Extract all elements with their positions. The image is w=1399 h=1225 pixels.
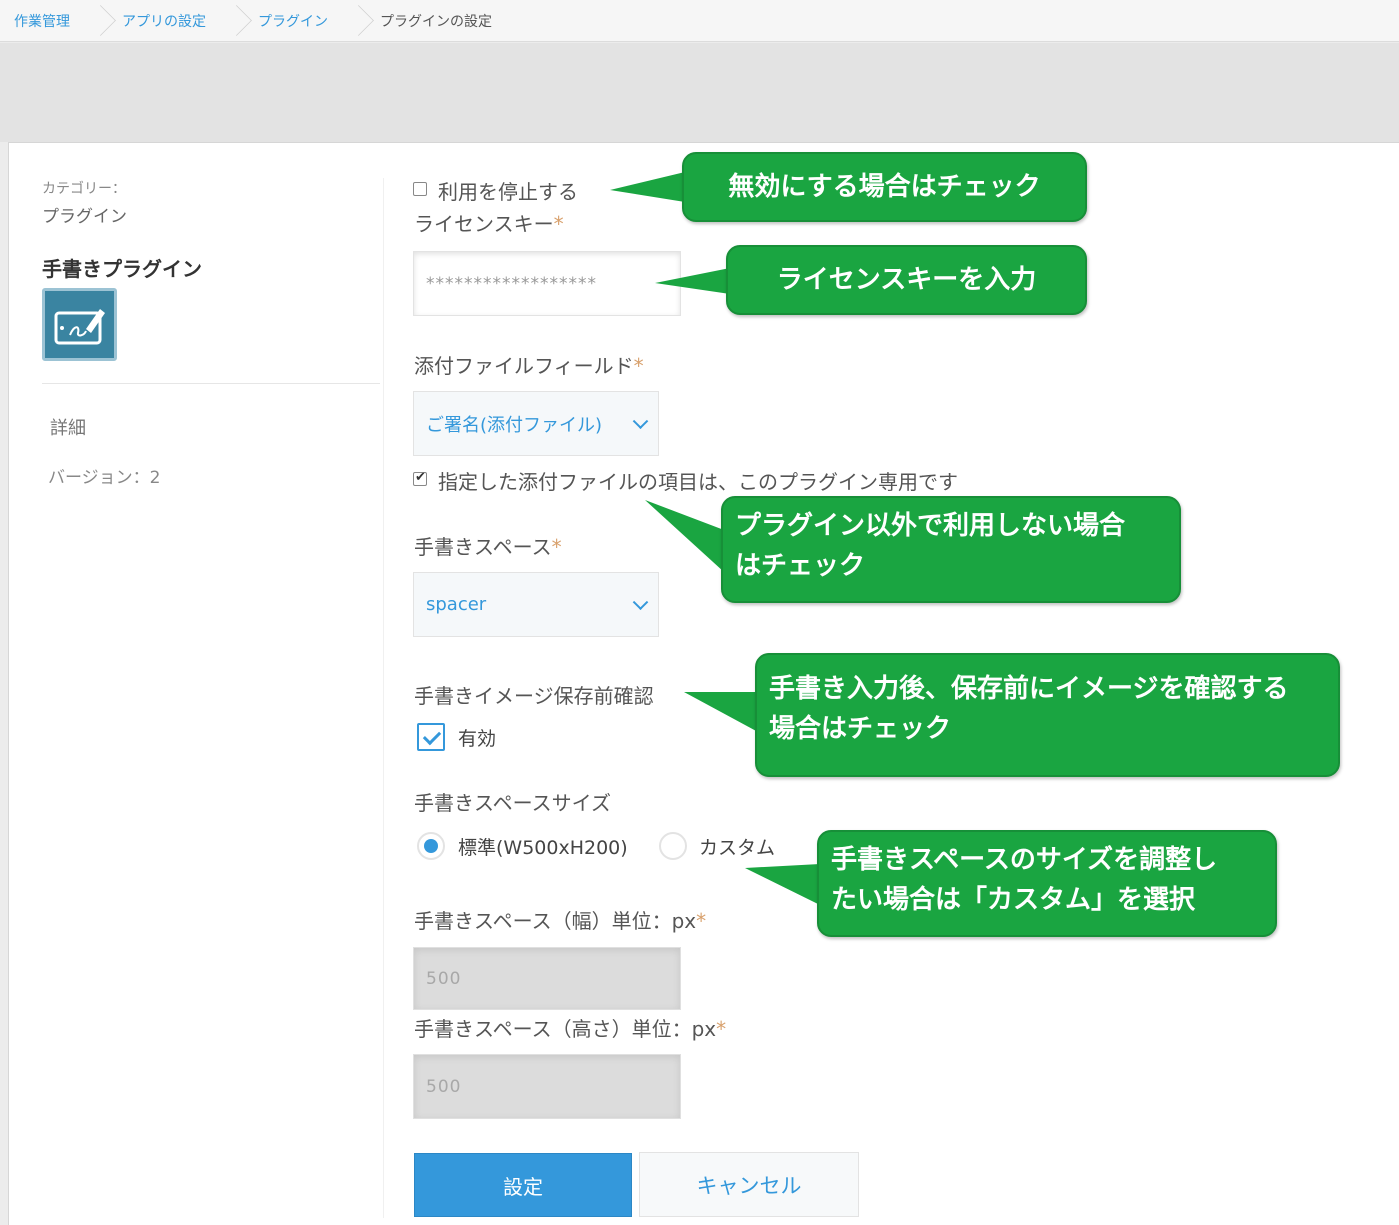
- space-selected: spacer: [426, 594, 487, 615]
- column-divider: [383, 178, 384, 1218]
- license-label: ライセンスキー*: [414, 212, 564, 236]
- attachment-field-select[interactable]: ご署名(添付ファイル): [413, 391, 659, 456]
- width-input[interactable]: 500: [413, 947, 681, 1010]
- disable-checkbox[interactable]: [413, 182, 427, 196]
- attachment-label: 添付ファイルフィールド*: [414, 354, 644, 378]
- size-standard-radio[interactable]: [417, 832, 445, 860]
- category-label: カテゴリー：: [42, 181, 126, 197]
- license-key-input[interactable]: ******************: [413, 251, 681, 316]
- breadcrumb-item-task[interactable]: 作業管理: [0, 0, 92, 42]
- size-label: 手書きスペースサイズ: [414, 791, 611, 815]
- save-button[interactable]: 設定: [414, 1153, 632, 1217]
- breadcrumb-item-app-settings[interactable]: アプリの設定: [108, 0, 228, 42]
- exclusive-checkbox[interactable]: [413, 470, 427, 486]
- plugin-name: 手書きプラグイン: [42, 257, 202, 281]
- size-standard-label: 標準(W500xH200): [458, 837, 628, 859]
- callout-confirm-line1: 手書き入力後、保存前にイメージを確認する: [769, 674, 1289, 704]
- category-value: プラグイン: [42, 207, 127, 227]
- confirm-option-label: 有効: [458, 728, 497, 750]
- callout-exclusive: プラグイン以外で利用しない場合 はチェック: [721, 496, 1181, 603]
- required-mark: *: [696, 909, 707, 933]
- breadcrumb-separator: [92, 0, 108, 42]
- chevron-down-icon: [632, 593, 649, 610]
- handwriting-plugin-icon: [42, 288, 117, 361]
- callout-size-line2: たい場合は「カスタム」を選択: [831, 885, 1196, 915]
- breadcrumb-item-plugins[interactable]: プラグイン: [244, 0, 350, 42]
- header-band: [0, 43, 1399, 142]
- width-label: 手書きスペース（幅）単位：px*: [414, 909, 707, 933]
- space-label: 手書きスペース*: [414, 535, 562, 559]
- size-custom-label: カスタム: [699, 837, 776, 859]
- callout-confirm-line2: 場合はチェック: [769, 714, 952, 744]
- required-mark: *: [551, 535, 562, 559]
- height-input[interactable]: 500: [413, 1054, 681, 1119]
- callout-license: ライセンスキーを入力: [726, 245, 1087, 315]
- required-mark: *: [716, 1017, 727, 1041]
- breadcrumb-separator: [228, 0, 244, 42]
- breadcrumb-separator: [350, 0, 366, 42]
- size-custom-radio[interactable]: [659, 832, 687, 860]
- breadcrumb-item-plugin-settings: プラグインの設定: [380, 13, 492, 30]
- sidebar-divider: [42, 383, 380, 384]
- callout-size: 手書きスペースのサイズを調整し たい場合は「カスタム」を選択: [817, 830, 1277, 937]
- required-mark: *: [633, 354, 644, 378]
- disable-label: 利用を停止する: [438, 180, 578, 204]
- confirm-checkbox[interactable]: [417, 723, 445, 751]
- attachment-selected: ご署名(添付ファイル): [426, 414, 603, 436]
- callout-disable: 無効にする場合はチェック: [682, 152, 1087, 222]
- chevron-down-icon: [632, 412, 649, 429]
- callout-size-line1: 手書きスペースのサイズを調整し: [831, 845, 1218, 875]
- confirm-label: 手書きイメージ保存前確認: [414, 684, 654, 708]
- plugin-sidebar: カテゴリー： プラグイン 手書きプラグイン: [42, 178, 382, 361]
- detail-link[interactable]: 詳細: [50, 414, 86, 440]
- callout-confirm: 手書き入力後、保存前にイメージを確認する 場合はチェック: [755, 653, 1340, 777]
- breadcrumb: 作業管理 アプリの設定 プラグイン プラグインの設定: [0, 0, 1399, 42]
- height-label: 手書きスペース（高さ）単位：px*: [414, 1017, 727, 1041]
- callout-exclusive-line2: はチェック: [735, 551, 866, 581]
- callout-exclusive-line1: プラグイン以外で利用しない場合: [735, 511, 1126, 541]
- exclusive-label: 指定した添付ファイルの項目は、このプラグイン専用です: [438, 470, 958, 494]
- cancel-button[interactable]: キャンセル: [639, 1152, 859, 1217]
- version-text: バージョン：2: [48, 468, 161, 488]
- space-field-select[interactable]: spacer: [413, 572, 659, 637]
- required-mark: *: [553, 212, 564, 236]
